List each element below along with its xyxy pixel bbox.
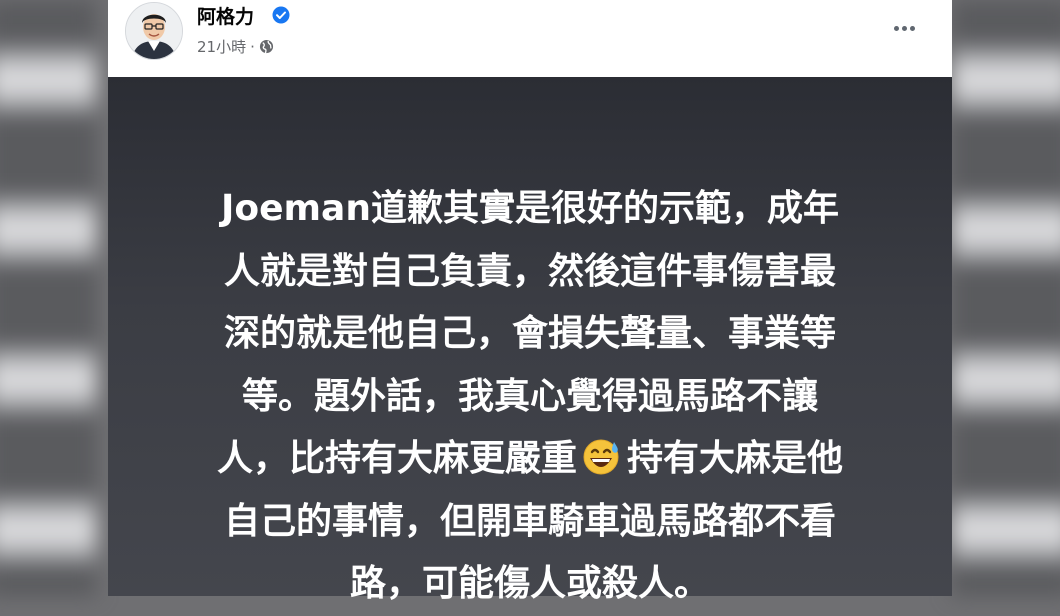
post-text-line-7: 路，可能傷人或殺人。 (349, 563, 710, 604)
blurred-background-right (952, 0, 1060, 596)
post-text-line-1: Joeman道歉其實是很好的示範，成年 (221, 188, 839, 229)
post-header: 阿格力 21小時 · (108, 0, 952, 77)
text-background-card: Joeman道歉其實是很好的示範，成年 人就是對自己負責，然後這件事傷害最 深的… (108, 77, 952, 604)
post-meta: 21小時 · (197, 36, 274, 57)
post-text-line-2: 人就是對自己負責，然後這件事傷害最 (223, 250, 836, 292)
post-text-line-5: 人，比持有大麻更嚴重 持有大麻是他 (108, 428, 952, 491)
more-dot (909, 25, 915, 31)
post-text-line-5-start: 人，比持有大麻更嚴重 (216, 438, 577, 479)
post-text-line-3: 深的就是他自己，會損失聲量、事業等 (223, 313, 836, 354)
verified-badge-icon (272, 6, 290, 24)
author-name[interactable]: 阿格力 (197, 2, 254, 29)
post-text: Joeman道歉其實是很好的示範，成年 人就是對自己負責，然後這件事傷害最 深的… (108, 178, 952, 616)
meta-separator: · (250, 37, 255, 56)
more-dot (893, 25, 899, 31)
grinning-face-with-sweat-emoji (581, 434, 621, 475)
facebook-post: 阿格力 21小時 · Joeman道歉其實是很好的示範，成年 人就是對自己負責，… (108, 0, 952, 604)
author-avatar[interactable] (125, 2, 183, 60)
post-text-line-5-end: 持有大麻是他 (627, 438, 844, 479)
blurred-background-left (0, 0, 96, 596)
more-dot (901, 25, 907, 31)
more-options-icon[interactable] (886, 10, 922, 46)
post-timestamp[interactable]: 21小時 (197, 36, 246, 57)
post-text-line-4: 等。題外話，我真心覺得過馬路不讓 (241, 375, 818, 417)
globe-icon[interactable] (259, 39, 274, 54)
post-text-line-6: 自己的事情，但開車騎車過馬路都不看 (223, 500, 836, 542)
